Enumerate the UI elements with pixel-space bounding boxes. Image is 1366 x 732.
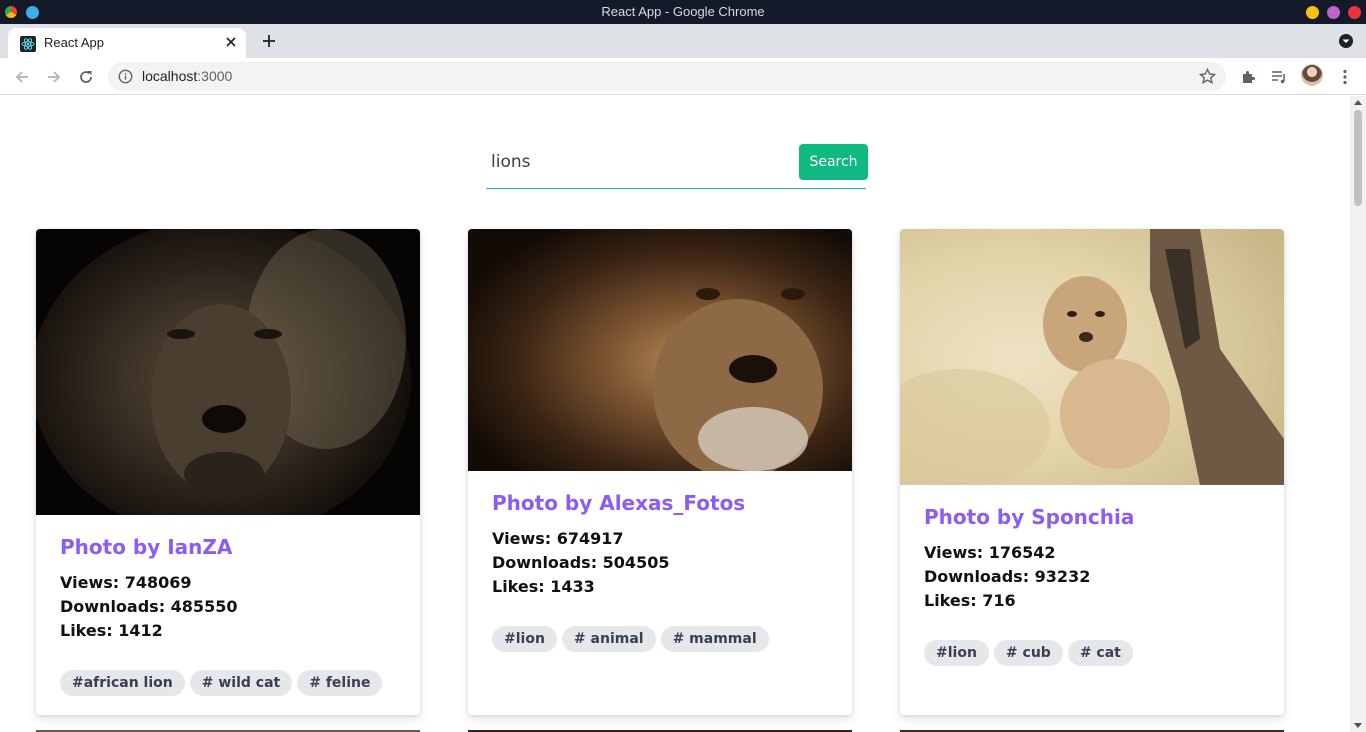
downloads-count: Downloads: 504505 xyxy=(492,553,670,572)
minimize-button[interactable] xyxy=(1306,6,1319,19)
tab-close-icon[interactable] xyxy=(222,33,240,51)
address-bar[interactable]: localhost:3000 xyxy=(108,62,1226,91)
media-queue-icon[interactable] xyxy=(1267,65,1291,89)
scroll-up-arrow-icon[interactable] xyxy=(1354,100,1362,105)
tag-chip: # feline xyxy=(297,670,383,696)
tab-strip: React App xyxy=(0,24,1366,58)
react-favicon-icon xyxy=(20,36,36,52)
tag-chip: # cub xyxy=(993,640,1063,666)
reload-button[interactable] xyxy=(74,65,98,89)
image-card: Photo by Alexas_Fotos Views: 674917 Down… xyxy=(468,229,852,715)
forward-button[interactable] xyxy=(42,65,66,89)
lion-cub-photo xyxy=(900,229,1284,485)
image-card: Photo by Sponchia Views: 176542 Download… xyxy=(900,229,1284,715)
photo-author: Photo by Sponchia xyxy=(924,505,1135,529)
image-card: Photo by IanZA Views: 748069 Downloads: … xyxy=(36,229,420,715)
page-content: Search Photo by IanZA xyxy=(0,96,1350,732)
tag-list: #lion # cub # cat xyxy=(924,640,1138,666)
tag-chip: # wild cat xyxy=(189,670,293,696)
window-title: React App - Google Chrome xyxy=(601,4,765,19)
scroll-down-arrow-icon[interactable] xyxy=(1354,723,1362,728)
tab-search-icon[interactable] xyxy=(1338,33,1354,49)
tag-chip: # cat xyxy=(1067,640,1133,666)
bookmark-star-icon[interactable] xyxy=(1199,68,1216,85)
new-tab-button[interactable] xyxy=(258,30,280,52)
tag-chip: #lion xyxy=(492,626,557,652)
scrollbar-thumb[interactable] xyxy=(1354,110,1362,206)
vertical-scrollbar[interactable] xyxy=(1350,96,1366,732)
search-input[interactable] xyxy=(486,144,786,180)
tag-chip: # animal xyxy=(561,626,656,652)
os-title-bar: React App - Google Chrome xyxy=(0,0,1366,24)
likes-count: Likes: 1412 xyxy=(60,621,163,640)
close-window-button[interactable] xyxy=(1348,6,1361,19)
tab-react-app[interactable]: React App xyxy=(8,28,246,58)
views-count: Views: 748069 xyxy=(60,573,192,592)
tag-chip: #lion xyxy=(924,640,989,666)
downloads-count: Downloads: 93232 xyxy=(924,567,1091,586)
url-text: localhost:3000 xyxy=(142,68,233,84)
downloads-count: Downloads: 485550 xyxy=(60,597,238,616)
chrome-menu-icon[interactable] xyxy=(1333,65,1357,89)
lion-photo xyxy=(468,229,852,471)
tab-title: React App xyxy=(44,35,104,50)
photo-author: Photo by IanZA xyxy=(60,535,233,559)
lion-photo xyxy=(36,229,420,515)
maximize-button[interactable] xyxy=(1327,6,1340,19)
likes-count: Likes: 1433 xyxy=(492,577,595,596)
photo-author: Photo by Alexas_Fotos xyxy=(492,491,746,515)
tag-chip: #african lion xyxy=(60,670,185,696)
extensions-puzzle-icon[interactable] xyxy=(1236,65,1260,89)
profile-avatar[interactable] xyxy=(1301,64,1323,86)
site-info-icon[interactable] xyxy=(118,69,133,84)
browser-toolbar: localhost:3000 xyxy=(0,58,1366,95)
search-button[interactable]: Search xyxy=(799,144,868,180)
search-form: Search xyxy=(486,144,868,189)
back-button[interactable] xyxy=(10,65,34,89)
tag-chip: # mammal xyxy=(660,626,769,652)
likes-count: Likes: 716 xyxy=(924,591,1016,610)
views-count: Views: 176542 xyxy=(924,543,1056,562)
views-count: Views: 674917 xyxy=(492,529,624,548)
tag-list: #african lion # wild cat # feline xyxy=(60,670,387,696)
tag-list: #lion # animal # mammal xyxy=(492,626,774,652)
